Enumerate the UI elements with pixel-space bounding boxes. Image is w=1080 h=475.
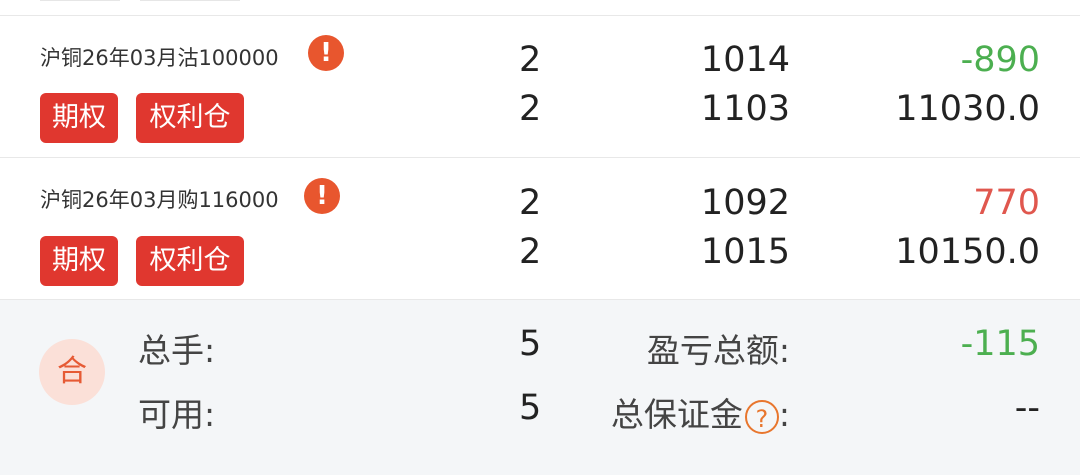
margin-label-group: 总保证金?: <box>611 388 790 436</box>
contract-name: 沪铜26年03月沽100000 <box>40 46 279 70</box>
position-row[interactable]: 沪铜26年03月购116000 ! 期权 权利仓 2 2 1092 1015 7… <box>0 158 1080 300</box>
tag-option: 期权 <box>40 93 118 143</box>
contract-name: 沪铜26年03月购116000 <box>40 188 279 212</box>
prev-row-stub <box>140 0 240 1</box>
available-quantity: 2 <box>519 232 542 272</box>
quantity: 2 <box>519 40 542 80</box>
margin-label: 总保证金 <box>610 395 743 434</box>
current-price: 1092 <box>700 183 790 223</box>
quantity: 2 <box>519 183 542 223</box>
warning-icon[interactable]: ! <box>304 178 340 214</box>
profit-loss: 770 <box>973 183 1040 223</box>
available-label: 可用: <box>138 395 216 434</box>
tag-option: 期权 <box>40 236 118 286</box>
cost-price: 1103 <box>700 89 790 129</box>
total-hands-value: 5 <box>519 324 542 364</box>
pnl-total-value: -115 <box>960 324 1040 364</box>
total-badge: 合 <box>39 339 105 405</box>
help-icon[interactable]: ? <box>744 399 779 434</box>
available-quantity: 2 <box>519 89 542 129</box>
market-value: 11030.0 <box>895 89 1040 129</box>
pnl-total-label: 盈亏总额: <box>646 331 790 370</box>
tag-long-position: 权利仓 <box>136 236 244 286</box>
margin-colon: : <box>778 395 790 434</box>
total-hands-label: 总手: <box>138 331 216 370</box>
current-price: 1014 <box>700 40 790 80</box>
tag-long-position: 权利仓 <box>136 93 244 143</box>
market-value: 10150.0 <box>895 232 1040 272</box>
top-strip <box>0 0 1080 15</box>
profit-loss: -890 <box>960 40 1040 80</box>
margin-value: -- <box>1014 388 1040 428</box>
prev-row-stub <box>40 0 120 1</box>
position-row[interactable]: 沪铜26年03月沽100000 ! 期权 权利仓 2 2 1014 1103 -… <box>0 16 1080 158</box>
available-value: 5 <box>519 388 542 428</box>
cost-price: 1015 <box>700 232 790 272</box>
warning-icon[interactable]: ! <box>308 35 344 71</box>
